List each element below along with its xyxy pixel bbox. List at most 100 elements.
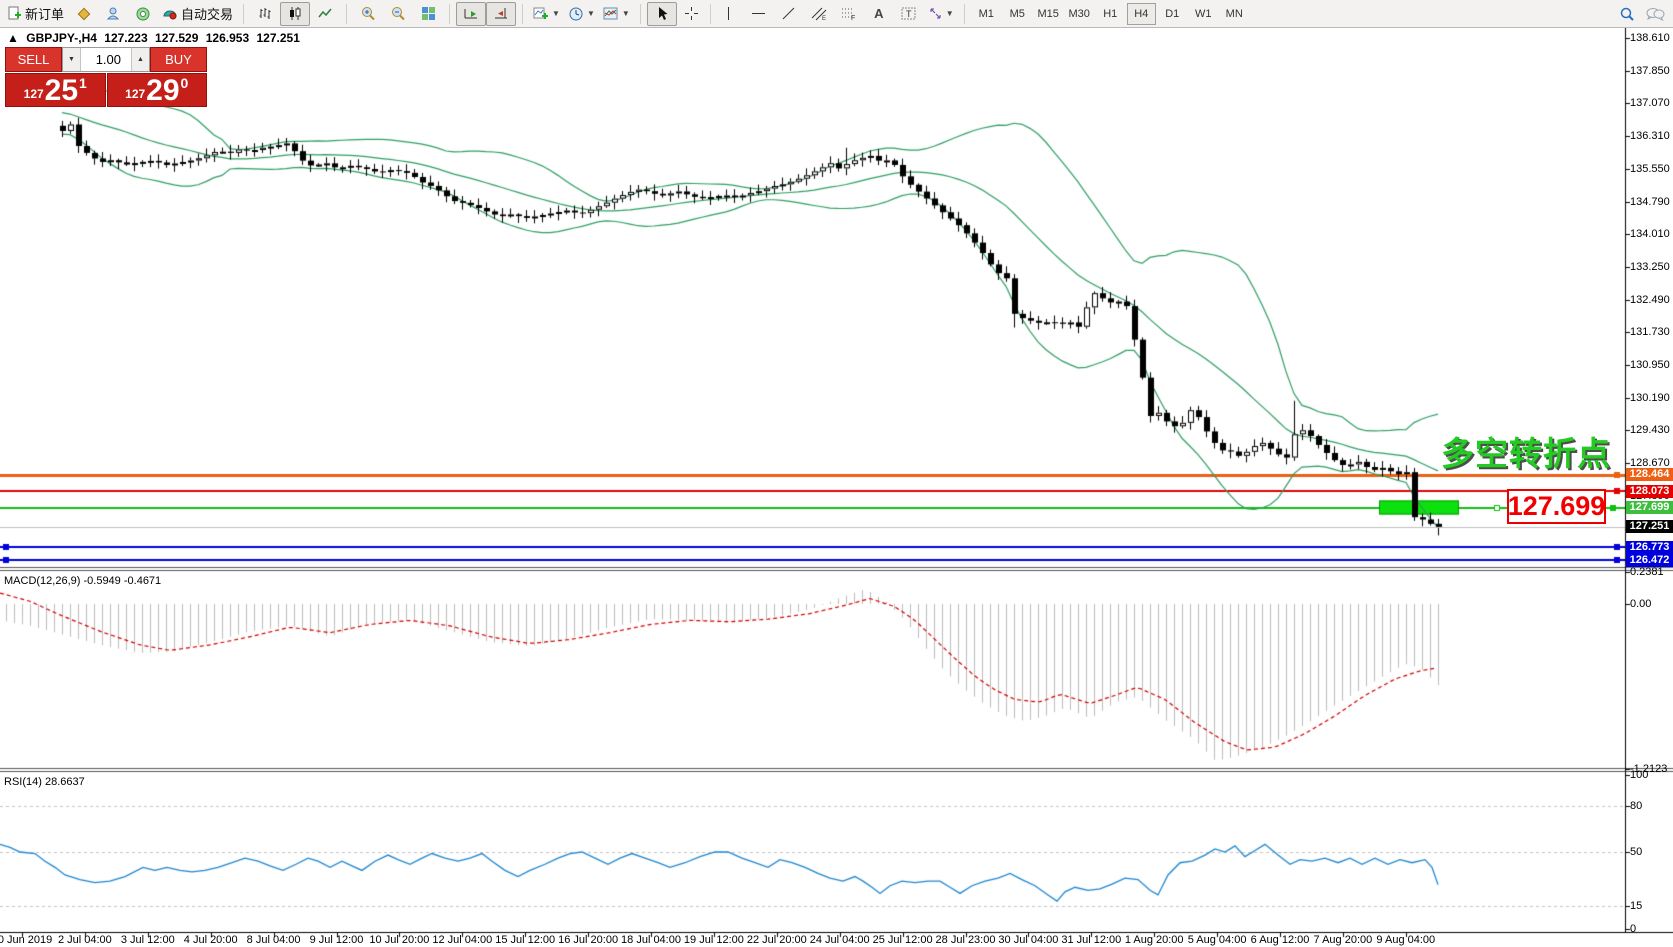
line-chart-button[interactable] [310, 2, 340, 26]
trendline-button[interactable] [774, 2, 804, 26]
time-axis-label: 1 Aug 20:00 [1125, 934, 1184, 946]
timeframe-m5[interactable]: M5 [1003, 3, 1032, 25]
timeframe-m15[interactable]: M15 [1034, 3, 1063, 25]
rsi-axis-label: 80 [1630, 800, 1642, 812]
dropdown-arrow-icon: ▼ [622, 9, 630, 18]
vertical-line-button[interactable] [714, 2, 744, 26]
ohlc-open: 127.223 [104, 31, 147, 45]
volume-down-button[interactable]: ▼ [63, 48, 81, 71]
price-tick-label: 137.850 [1630, 65, 1670, 77]
timeframe-m1[interactable]: M1 [972, 3, 1001, 25]
volume-up-button[interactable]: ▲ [131, 48, 149, 71]
time-axis-label: 7 Aug 20:00 [1314, 934, 1373, 946]
buy-price-pip: 0 [181, 76, 189, 90]
profiles-button[interactable] [98, 2, 128, 26]
chat-icon[interactable] [1645, 6, 1665, 22]
indicators-icon [533, 6, 549, 21]
timeframe-w1[interactable]: W1 [1189, 3, 1218, 25]
zoom-in-button[interactable] [353, 2, 383, 26]
vertical-line-icon [722, 6, 735, 21]
timeframe-d1[interactable]: D1 [1158, 3, 1187, 25]
time-axis-label: 6 Aug 12:00 [1251, 934, 1310, 946]
autotrading-label: 自动交易 [181, 4, 233, 23]
new-order-label: 新订单 [25, 4, 64, 23]
bar-chart-button[interactable] [250, 2, 280, 26]
time-axis-label: 8 Jul 04:00 [247, 934, 301, 946]
price-tag: 128.464 [1626, 468, 1673, 481]
cursor-button[interactable] [647, 2, 677, 26]
market-watch-button[interactable] [68, 2, 98, 26]
sell-button[interactable]: SELL [5, 47, 62, 72]
macd-axis-label: 0.00 [1630, 598, 1651, 610]
chart-surface[interactable] [0, 0, 1673, 947]
toolbar-group-objects: E F A T ▼ [644, 1, 961, 27]
timeframe-mn[interactable]: MN [1220, 3, 1249, 25]
toolbar-group-trade: 新订单 自动交易 [0, 1, 240, 27]
text-label-button[interactable]: T [894, 2, 924, 26]
zoom-out-button[interactable] [383, 2, 413, 26]
autotrading-button[interactable]: 自动交易 [158, 2, 237, 26]
indicators-button[interactable]: ▼ [529, 2, 564, 26]
arrows-button[interactable]: ▼ [924, 2, 958, 26]
time-axis-label: 5 Aug 04:00 [1188, 934, 1247, 946]
time-axis-label: 22 Jul 20:00 [747, 934, 807, 946]
timeframe-h4[interactable]: H4 [1127, 3, 1156, 25]
price-tick-label: 134.010 [1630, 228, 1670, 240]
search-icon[interactable] [1619, 6, 1635, 22]
time-axis-label: 2 Jul 04:00 [58, 934, 112, 946]
price-tick-label: 133.250 [1630, 261, 1670, 273]
line-chart-icon [318, 6, 333, 21]
auto-scroll-button[interactable] [456, 2, 486, 26]
fibonacci-button[interactable]: F [834, 2, 864, 26]
sell-price[interactable]: 127 25 1 [5, 73, 106, 107]
horizontal-line-icon [751, 7, 766, 20]
horizontal-line-button[interactable] [744, 2, 774, 26]
time-axis-label: 10 Jul 20:00 [369, 934, 429, 946]
ohlc-high: 127.529 [155, 31, 198, 45]
tile-windows-button[interactable] [413, 2, 443, 26]
new-order-button[interactable]: 新订单 [3, 2, 68, 26]
toolbar-group-chart-type [247, 1, 343, 27]
time-axis-label: 15 Jul 12:00 [495, 934, 555, 946]
gold-diamond-icon [76, 6, 91, 21]
zoom-in-icon [360, 6, 376, 22]
signals-button[interactable] [128, 2, 158, 26]
toolbar-separator [640, 4, 641, 24]
time-axis-label: 18 Jul 04:00 [621, 934, 681, 946]
periods-button[interactable]: ▼ [564, 2, 599, 26]
candlestick-chart-button[interactable] [280, 2, 310, 26]
macd-label: MACD(12,26,9) -0.5949 -0.4671 [4, 575, 161, 587]
templates-button[interactable]: ▼ [599, 2, 634, 26]
trendline-icon [781, 6, 796, 21]
toolbar-separator [243, 4, 244, 24]
time-axis-label: 9 Aug 04:00 [1376, 934, 1435, 946]
symbol-info-bar[interactable]: ▲ GBPJPY-,H4 127.223 127.529 126.953 127… [7, 31, 304, 45]
time-axis-label: 28 Jul 23:00 [936, 934, 996, 946]
toolbar-separator [710, 4, 711, 24]
price-tag: 126.773 [1626, 541, 1673, 554]
toolbar-separator [522, 4, 523, 24]
time-axis-label: 3 Jul 12:00 [121, 934, 175, 946]
text-button[interactable]: A [864, 2, 894, 26]
macd-signal-value: -0.4671 [124, 575, 161, 587]
turning-point-annotation: 多空转折点 [1441, 427, 1611, 475]
price-tag: 126.472 [1626, 554, 1673, 567]
crosshair-button[interactable] [677, 2, 707, 26]
timeframe-h1[interactable]: H1 [1096, 3, 1125, 25]
price-tick-label: 130.190 [1630, 392, 1670, 404]
buy-button[interactable]: BUY [150, 47, 207, 72]
toolbar-group-zoom [350, 1, 446, 27]
price-tick-label: 130.950 [1630, 359, 1670, 371]
chart-shift-button[interactable] [486, 2, 516, 26]
timeframe-m30[interactable]: M30 [1065, 3, 1094, 25]
price-tag: 128.073 [1626, 485, 1673, 498]
volume-input[interactable]: 1.00 [81, 48, 131, 71]
clock-icon [568, 6, 584, 22]
sell-price-base: 127 [24, 85, 44, 104]
price-tag: 127.699 [1626, 501, 1673, 514]
candlestick-icon [288, 6, 303, 21]
channel-button[interactable]: E [804, 2, 834, 26]
rsi-axis-label: 50 [1630, 846, 1642, 858]
price-tag: 127.251 [1626, 520, 1673, 533]
buy-price[interactable]: 127 29 0 [107, 73, 208, 107]
